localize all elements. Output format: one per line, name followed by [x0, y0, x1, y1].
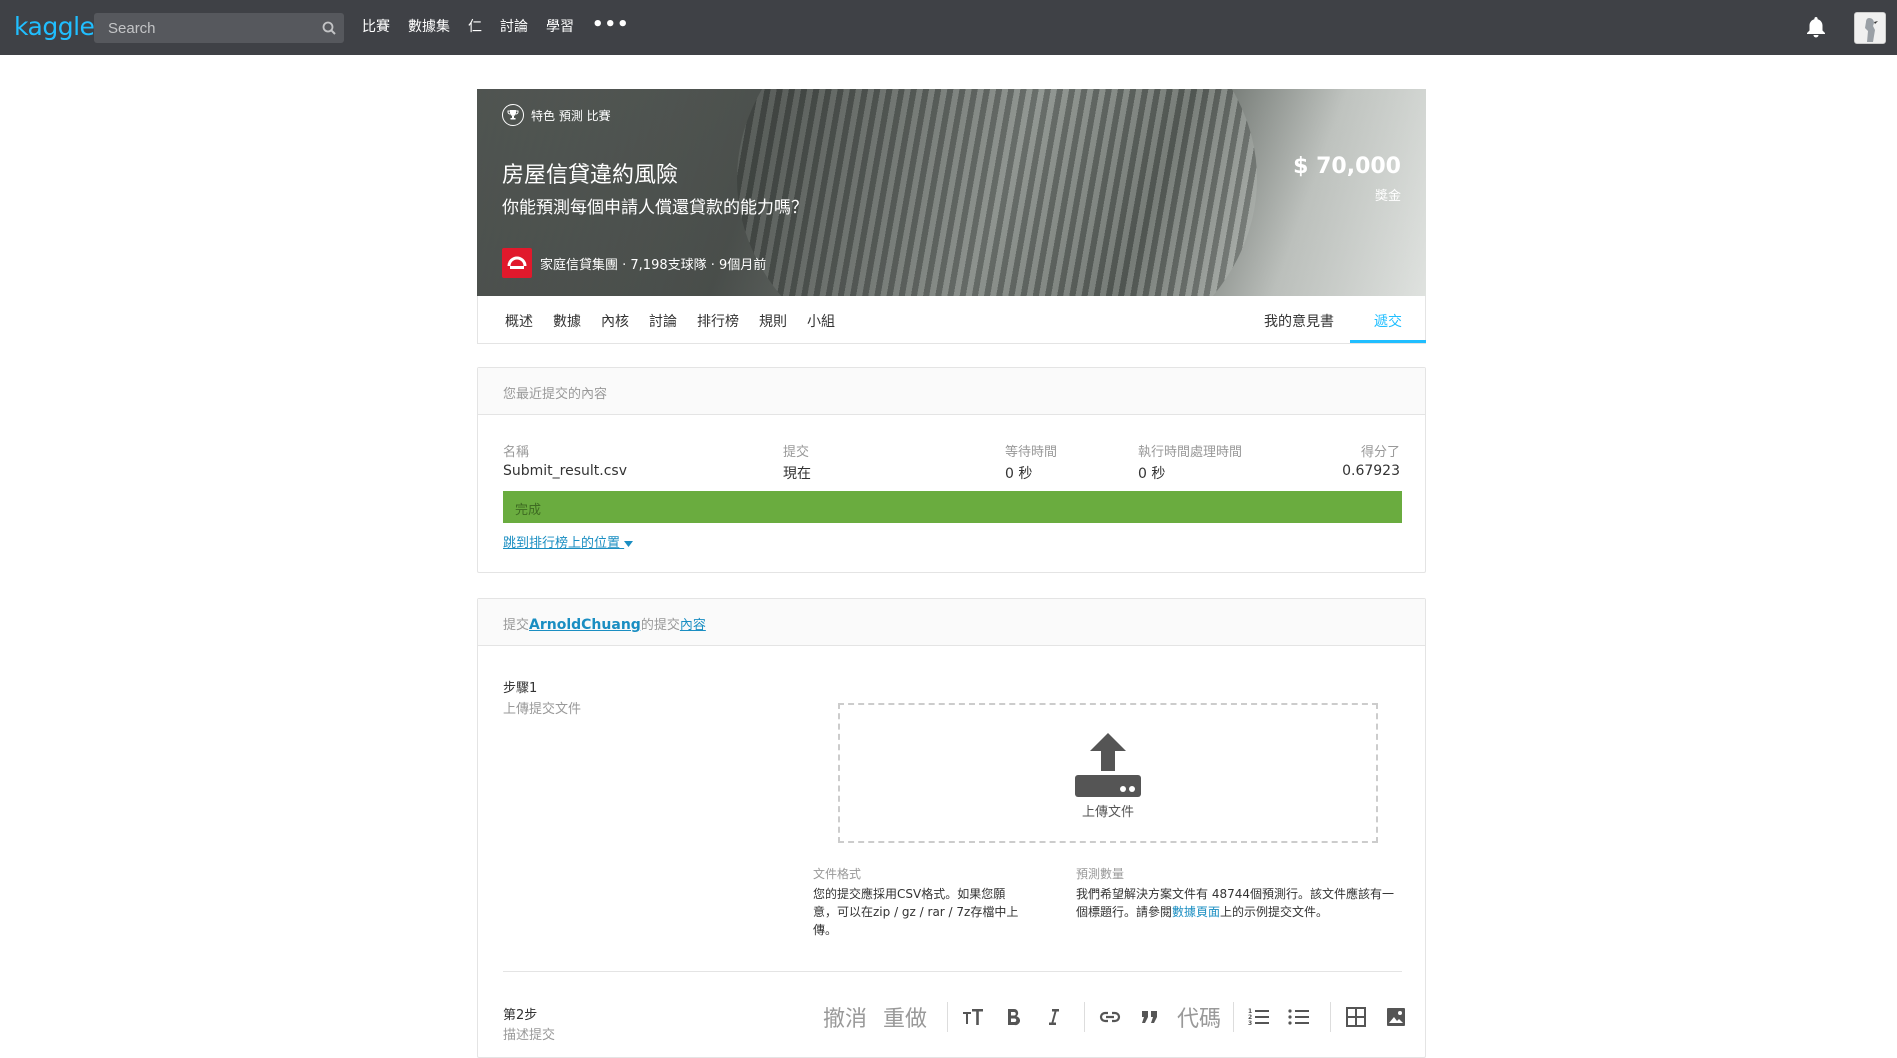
nav-link-learn[interactable]: 學習 — [546, 16, 574, 36]
trophy-icon — [502, 104, 524, 126]
make-submission-header: 提交ArnoldChuang的提交內容 — [478, 599, 1425, 646]
step2-label: 第2步 — [503, 1008, 538, 1023]
notifications-bell-icon[interactable] — [1806, 16, 1826, 42]
redo-button[interactable]: 重做 — [883, 1001, 927, 1033]
table-icon[interactable] — [1343, 1004, 1369, 1030]
tab-rules[interactable]: 規則 — [759, 311, 787, 331]
submission-score: 0.67923 — [1342, 463, 1400, 479]
step1-description: 上傳提交文件 — [503, 702, 582, 717]
competition-tabs: 概述 數據 內核 討論 排行榜 規則 小組 我的意見書 遞交 — [477, 296, 1426, 344]
tab-leaderboard[interactable]: 排行榜 — [697, 311, 739, 331]
image-icon[interactable] — [1383, 1004, 1409, 1030]
submission-status-bar: 完成 — [503, 491, 1402, 523]
bullet-list-icon[interactable] — [1286, 1004, 1312, 1030]
user-avatar[interactable] — [1854, 12, 1886, 44]
recent-submission-panel: 您最近提交的內容 名稱 Submit_result.csv 提交 現在 等待時間… — [477, 367, 1426, 573]
competition-banner: 特色 預測 比賽 房屋信貸違約風險 你能預測每個申請人償還貸款的能力嗎？ $ 7… — [477, 89, 1426, 296]
prediction-count-info: 預測數量 我們希望解決方案文件有 48744個預測行。該文件應該有一個標題行。請… — [1076, 867, 1394, 919]
upload-label: 上傳文件 — [1081, 805, 1134, 820]
bold-icon[interactable] — [1000, 1004, 1026, 1030]
step-divider — [503, 971, 1402, 972]
step2-description: 描述提交 — [503, 1028, 556, 1043]
competition-subtitle: 你能預測每個申請人償還貸款的能力嗎？ — [502, 198, 808, 218]
tab-overview[interactable]: 概述 — [505, 311, 533, 331]
text-size-icon[interactable] — [960, 1004, 986, 1030]
file-format-info: 文件格式 您的提交應採用CSV格式。如果您願意，可以在zip / gz / ra… — [813, 867, 1019, 937]
caret-down-icon — [624, 541, 634, 547]
search-icon[interactable] — [314, 13, 344, 43]
submission-details: 名稱 Submit_result.csv 提交 現在 等待時間 0 秒 執行時間… — [503, 441, 1400, 482]
competition-badge: 特色 預測 比賽 — [502, 104, 611, 126]
user-profile-link[interactable]: ArnoldChuang — [529, 617, 641, 633]
file-upload-dropzone[interactable]: 上傳文件 — [838, 703, 1378, 843]
tab-team[interactable]: 小組 — [807, 311, 835, 331]
data-page-link[interactable]: 數據頁面 — [1172, 905, 1220, 919]
tab-data[interactable]: 數據 — [553, 311, 581, 331]
prize-label: 獎金 — [1374, 189, 1401, 204]
code-button[interactable]: 代碼 — [1177, 1001, 1221, 1033]
top-navbar: kaggle 比賽 數據集 仁 討論 學習 ••• — [0, 0, 1897, 55]
submission-name-col: 名稱 Submit_result.csv — [503, 445, 627, 479]
numbered-list-icon[interactable]: 123 — [1246, 1004, 1272, 1030]
jump-to-leaderboard-link[interactable]: 跳到排行榜上的位置 — [503, 532, 634, 551]
submission-content-link[interactable]: 內容 — [680, 618, 706, 633]
recent-submission-header: 您最近提交的內容 — [478, 368, 1425, 415]
prize-block: $ 70,000 獎金 — [1293, 154, 1401, 204]
badge-label: 特色 預測 比賽 — [531, 108, 611, 123]
link-icon[interactable] — [1097, 1004, 1123, 1030]
search-box — [94, 13, 344, 43]
tab-discussion[interactable]: 討論 — [649, 311, 677, 331]
tab-submit[interactable]: 遞交 — [1350, 296, 1426, 343]
submission-time-col: 提交 現在 — [783, 445, 811, 482]
tab-my-submissions[interactable]: 我的意見書 — [1264, 311, 1334, 331]
prize-amount: $ 70,000 — [1293, 154, 1401, 179]
score-col: 得分了 0.67923 — [1342, 445, 1400, 479]
host-logo[interactable] — [502, 248, 532, 278]
execution-time-col: 執行時間處理時間 0 秒 — [1138, 445, 1243, 482]
quote-icon[interactable] — [1137, 1004, 1163, 1030]
wait-time-col: 等待時間 0 秒 — [1005, 445, 1058, 482]
search-input[interactable] — [94, 19, 314, 37]
step1-label: 步驟1 — [503, 681, 538, 696]
nav-link-kernels[interactable]: 仁 — [468, 16, 482, 36]
submission-file-name: Submit_result.csv — [503, 463, 627, 479]
kaggle-logo[interactable]: kaggle — [14, 12, 95, 41]
undo-button[interactable]: 撤消 — [823, 1001, 867, 1033]
tab-kernels[interactable]: 內核 — [601, 311, 629, 331]
main-nav: 比賽 數據集 仁 討論 學習 — [362, 16, 592, 36]
svg-text:3: 3 — [1248, 1020, 1252, 1026]
status-label: 完成 — [515, 503, 542, 518]
competition-title: 房屋信貸違約風險 — [502, 163, 679, 188]
more-menu-icon[interactable]: ••• — [592, 14, 630, 35]
nav-link-datasets[interactable]: 數據集 — [408, 16, 450, 36]
upload-icon — [1075, 733, 1141, 801]
nav-link-discussion[interactable]: 討論 — [500, 16, 528, 36]
host-info: 家庭信貸集團 · 7,198支球隊 · 9個月前 — [502, 248, 766, 278]
make-submission-panel: 提交ArnoldChuang的提交內容 步驟1 上傳提交文件 上傳文件 文件格式… — [477, 598, 1426, 1058]
description-editor-toolbar: 撤消 重做 代碼 123 — [823, 1001, 1423, 1033]
italic-icon[interactable] — [1040, 1004, 1066, 1030]
nav-link-competitions[interactable]: 比賽 — [362, 16, 390, 36]
host-meta: 家庭信貸集團 · 7,198支球隊 · 9個月前 — [540, 257, 767, 273]
